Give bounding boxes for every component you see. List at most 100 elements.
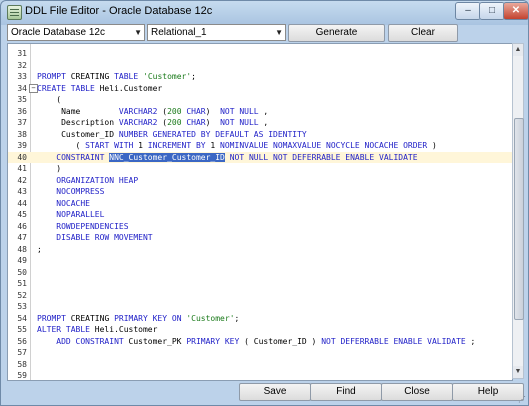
code-editor[interactable]: 31 32 33 PROMPT CREATING TABLE 'Customer'; 3… [7,43,513,381]
code-line[interactable]: 41 ) [8,163,512,174]
code-line[interactable]: 31 [8,48,512,59]
line-number: 52 [17,290,27,300]
code-line[interactable]: 35 ( [8,94,512,105]
line-number: 44 [17,198,27,208]
code-text: NOPARALLEL [56,210,105,219]
code-line[interactable]: 32 [8,60,512,71]
line-number: 43 [17,187,27,196]
line-number: 54 [17,313,27,323]
code-line[interactable]: 51 [8,278,512,289]
code-text: NOCOMPRESS [56,187,105,196]
code-text: PROMPT CREATING PRIMARY KEY ON 'Customer… [37,313,240,323]
app-icon [7,5,22,20]
code-line[interactable]: 45 NOPARALLEL [8,209,512,220]
line-number: 56 [17,336,27,346]
code-line[interactable]: 42 ORGANIZATION HEAP [8,175,512,186]
code-text: ) [37,164,62,173]
code-text: ; [37,244,42,254]
code-line[interactable]: 52 [8,290,512,301]
code-line[interactable]: 48; [8,244,512,255]
code-line[interactable]: 47 DISABLE ROW MOVEMENT [8,232,512,243]
line-number: 42 [17,175,27,185]
code-text: ORGANIZATION HEAP [56,175,139,185]
ddl-editor-window: DDL File Editor - Oracle Database 12c ‒ … [0,0,529,406]
generate-button[interactable]: Generate [288,24,385,42]
code-line[interactable]: 43 NOCOMPRESS [8,186,512,197]
bottom-button-bar: Save Find Close Help ⋰ [1,381,528,405]
line-number: 40 [17,152,27,162]
line-number: 59 [17,371,27,380]
clear-button[interactable]: Clear [388,24,458,42]
line-number: 34 [17,83,27,93]
maximize-button[interactable]: □ [479,2,505,20]
code-line[interactable]: 36 Name VARCHAR2 (200 CHAR) NOT NULL , [8,106,512,117]
line-number: 49 [17,256,27,265]
code-line[interactable]: 59 [8,370,512,380]
code-text: ADD CONSTRAINT Customer_PK PRIMARY KEY (… [56,336,476,346]
code-text: ALTER TABLE Heli.Customer [37,325,158,334]
code-text: PROMPT CREATING TABLE 'Customer'; [37,72,196,81]
line-number: 33 [17,72,27,81]
line-number: 53 [17,302,27,311]
code-line[interactable]: 53 [8,301,512,312]
line-number: 38 [17,129,27,139]
scroll-down-icon[interactable]: ▼ [513,366,523,378]
line-number: 39 [17,141,27,150]
line-number: 47 [17,233,27,242]
line-number: 55 [17,325,27,334]
code-line[interactable]: 33 PROMPT CREATING TABLE 'Customer'; [8,71,512,82]
minimize-button[interactable]: ‒ [455,2,481,20]
code-line[interactable]: 44 NOCACHE [8,198,512,209]
close-button[interactable]: Close [381,383,453,401]
code-line[interactable]: 50 [8,267,512,278]
code-line[interactable]: 46 ROWDEPENDENCIES [8,221,512,232]
line-number: 41 [17,164,27,173]
line-number: 31 [17,49,27,58]
code-text: Description VARCHAR2 (200 CHAR) NOT NULL… [37,118,269,127]
code-line[interactable]: 54 PROMPT CREATING PRIMARY KEY ON 'Custom… [8,313,512,324]
code-text: Customer_ID NUMBER GENERATED BY DEFAULT … [37,129,307,139]
code-text: ( [37,95,62,104]
line-number: 48 [17,244,27,254]
model-select-value: Relational_1 [151,27,207,38]
line-number: 50 [17,267,27,277]
window-title: DDL File Editor - Oracle Database 12c [25,5,213,17]
help-button[interactable]: Help [452,383,524,401]
chevron-down-icon: ▼ [275,28,283,37]
code-text: CREATE TABLE Heli.Customer [37,83,163,93]
line-number: 51 [17,279,27,288]
line-number: 46 [17,221,27,231]
code-line[interactable]: 38 Customer_ID NUMBER GENERATED BY DEFAU… [8,129,512,140]
code-line[interactable]: 56 ADD CONSTRAINT Customer_PK PRIMARY KE… [8,336,512,347]
database-select[interactable]: Oracle Database 12c ▼ [7,24,145,41]
line-number: 58 [17,359,27,369]
toolbar: Oracle Database 12c ▼ Relational_1 ▼ Gen… [7,24,524,42]
code-line[interactable]: 58 [8,359,512,370]
line-number: 32 [17,60,27,70]
close-window-button[interactable]: ✕ [503,2,528,20]
line-number: 57 [17,348,27,357]
save-button[interactable]: Save [239,383,311,401]
code-line[interactable]: 34− CREATE TABLE Heli.Customer [8,83,512,94]
code-text: CONSTRAINT NNC_Customer_Customer_ID NOT … [56,152,418,162]
scroll-thumb[interactable] [514,118,524,320]
scroll-up-icon[interactable]: ▲ [513,44,523,56]
code-line[interactable]: 40 CONSTRAINT NNC_Customer_Customer_ID N… [8,151,512,163]
line-number: 35 [17,95,27,104]
code-line[interactable]: 37 Description VARCHAR2 (200 CHAR) NOT N… [8,117,512,128]
model-select[interactable]: Relational_1 ▼ [147,24,286,41]
code-text: NOCACHE [56,198,90,208]
code-line[interactable]: 39 ( START WITH 1 INCREMENT BY 1 NOMINVA… [8,140,512,151]
code-text: ( START WITH 1 INCREMENT BY 1 NOMINVALUE… [37,141,437,150]
line-number: 45 [17,210,27,219]
find-button[interactable]: Find [310,383,382,401]
database-select-value: Oracle Database 12c [11,27,105,38]
title-bar[interactable]: DDL File Editor - Oracle Database 12c ‒ … [1,1,528,23]
code-line[interactable]: 57 [8,347,512,358]
code-line[interactable]: 55 ALTER TABLE Heli.Customer [8,324,512,335]
code-line[interactable]: 49 [8,255,512,266]
resize-grip-icon[interactable]: ⋰ [518,395,526,404]
line-number: 37 [17,118,27,127]
vertical-scrollbar[interactable]: ▲ ▼ [512,43,524,379]
code-text: DISABLE ROW MOVEMENT [56,233,153,242]
